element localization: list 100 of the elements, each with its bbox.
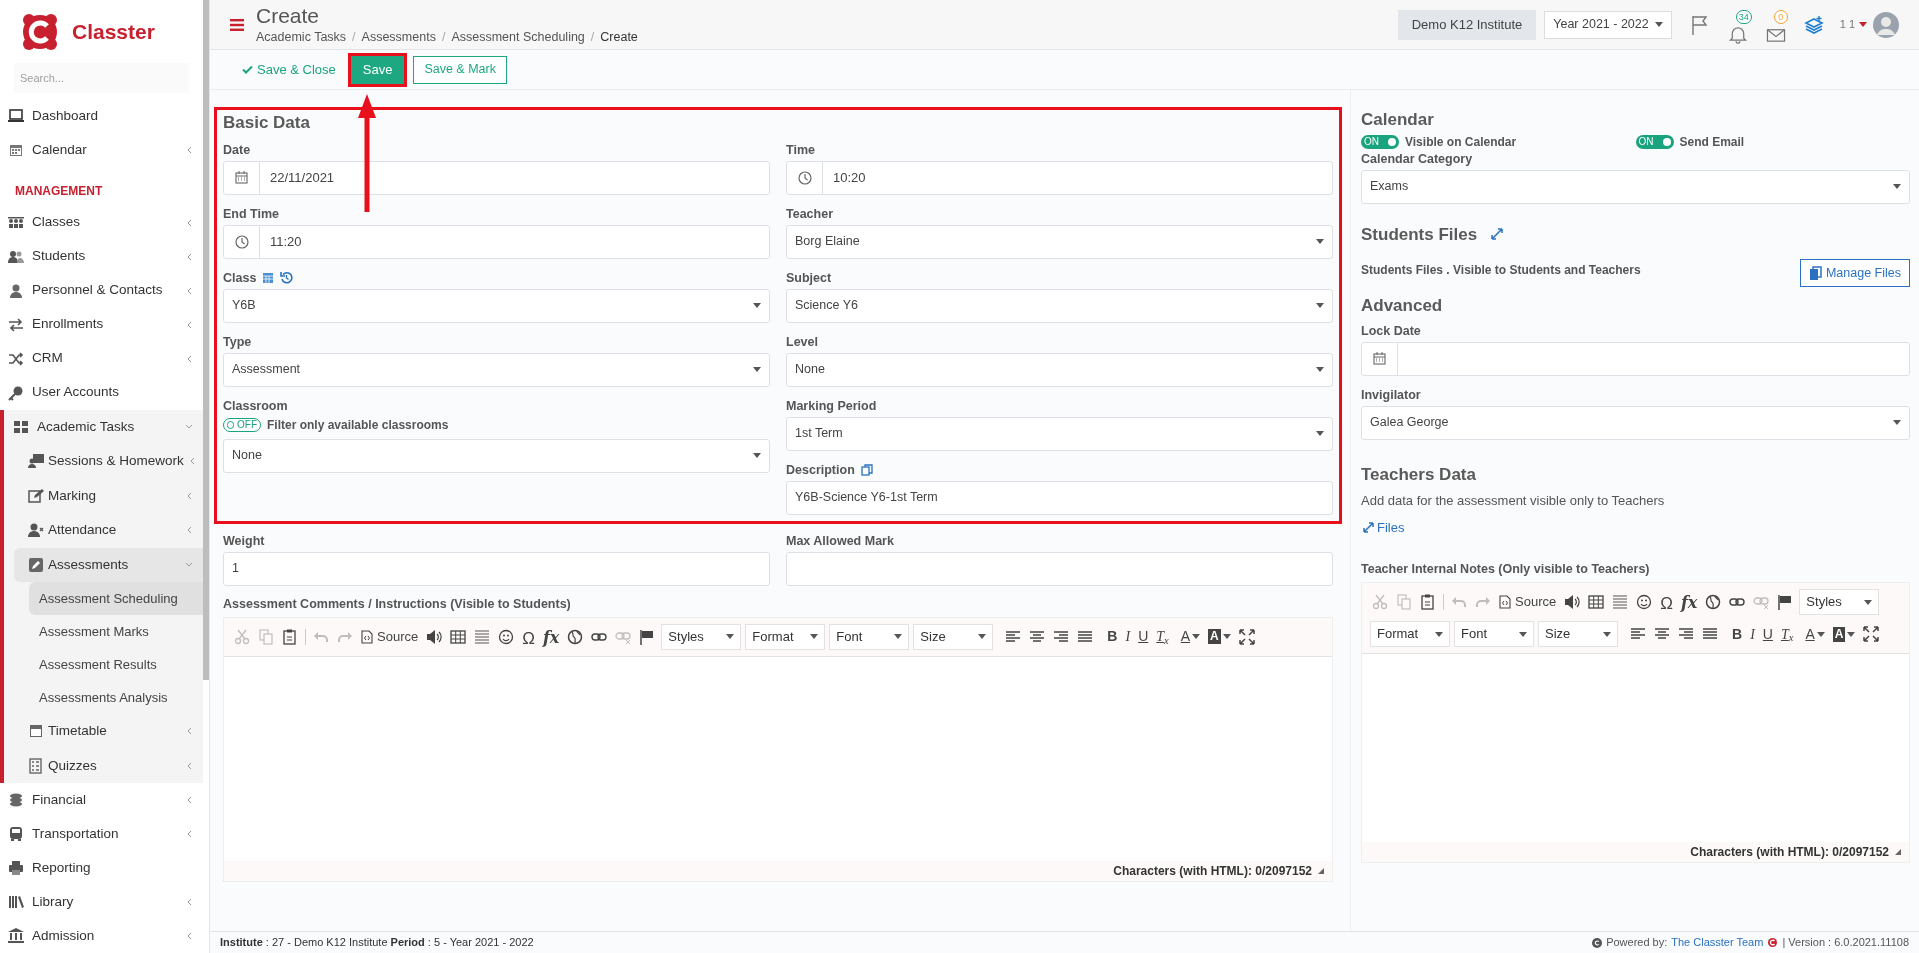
sidebar-item[interactable]: Students [0,239,203,274]
dropdown[interactable]: None [223,438,770,473]
dropdown[interactable]: Galea George [1361,405,1910,440]
special-character-button[interactable]: Ω [1656,591,1677,613]
bold-button[interactable]: B [1103,625,1122,648]
align-right-icon[interactable] [1678,626,1694,642]
align-left-icon[interactable] [1630,626,1646,642]
sidebar-item[interactable]: Marking [4,478,203,514]
format-dropdown[interactable]: Size [913,623,994,650]
justify-icon[interactable] [1077,628,1094,645]
sidebar-item[interactable]: Quizzes [4,748,203,784]
sidebar-item[interactable]: Assessment Scheduling [29,582,203,616]
globe-icon[interactable] [567,628,584,645]
sidebar-item[interactable]: Reporting [0,851,203,886]
manage-files-button[interactable]: Manage Files [1799,259,1910,287]
user-menu[interactable]: 1 1 [1839,16,1867,33]
breadcrumb-link[interactable]: Assessments [361,31,436,44]
format-dropdown[interactable]: Font [829,623,910,650]
paste-icon[interactable] [1420,594,1436,610]
formula-button[interactable]: fx [538,625,564,648]
sidebar-item[interactable]: CRM [0,341,203,376]
dropdown[interactable]: Borg Elaine [786,224,1333,259]
sidebar-item[interactable]: Assessments Analysis [29,681,203,715]
underline-button[interactable]: U [1134,625,1153,648]
sidebar-item[interactable]: Classes [0,205,203,240]
format-dropdown[interactable]: Format [1370,621,1450,647]
background-color-button[interactable]: A [1204,625,1235,648]
sidebar-item[interactable]: Timetable [4,714,203,749]
dropdown[interactable]: Assessment [223,352,770,387]
globe-icon[interactable] [1705,594,1722,610]
team-link[interactable]: The Classter Team [1671,934,1764,951]
justify-icon[interactable] [1702,626,1718,642]
time-field[interactable]: 11:20 [223,224,770,259]
breadcrumb-link[interactable]: Assessment Scheduling [451,31,585,44]
sidebar-item[interactable]: Personnel & Contacts [0,273,203,308]
rich-text-editor[interactable]: Source Ω fx Styles Format Font Size B I U T$_{x}$ A A Characters (with HTML): 0/2097152 [223,616,1333,882]
dropdown[interactable]: None [786,352,1333,387]
sidebar-item[interactable]: Financial [0,783,203,818]
table-icon[interactable] [450,628,467,645]
flag-icon[interactable] [639,628,656,645]
history-icon[interactable] [280,271,294,284]
source-button[interactable]: Source [357,625,423,648]
speaker-icon[interactable] [1564,594,1581,610]
format-dropdown[interactable]: Size [1538,621,1618,647]
sidebar-item[interactable]: Assessments [14,547,203,583]
table-icon[interactable] [1588,594,1605,610]
expand-icon[interactable] [1491,228,1504,241]
flag-icon[interactable] [1777,594,1794,610]
formula-button[interactable]: fx [1676,591,1702,613]
background-color-button[interactable]: A [1828,623,1860,645]
date-field[interactable] [1361,341,1910,376]
sidebar-item[interactable]: Sessions & Homework [4,444,203,479]
institute-button[interactable]: Demo K12 Institute [1397,9,1537,40]
format-dropdown[interactable]: Format [745,623,826,650]
date-field[interactable]: 22/11/2021 [223,160,770,195]
text-field[interactable]: Y6B-Science Y6-1st Term [786,480,1333,515]
sidebar-item[interactable]: User Accounts [0,375,203,410]
align-center-icon[interactable] [1654,626,1670,642]
dropdown[interactable]: Exams [1361,169,1910,204]
maximize-icon[interactable] [1863,626,1880,642]
bold-button[interactable]: B [1728,623,1747,645]
bell-icon[interactable] [1727,24,1748,44]
align-right-icon[interactable] [1053,628,1070,645]
clear-format-button[interactable]: T$_{x}$ [1776,623,1798,645]
format-dropdown[interactable]: Font [1454,621,1534,647]
format-dropdown[interactable]: Styles [661,623,742,650]
smiley-icon[interactable] [1636,594,1653,610]
source-button[interactable]: Source [1495,591,1561,613]
text-field[interactable] [786,551,1333,586]
breadcrumb-link[interactable]: Academic Tasks [256,31,347,44]
time-field[interactable]: 10:20 [786,160,1333,195]
files-link[interactable]: Files [1363,517,1405,537]
sidebar-item[interactable]: Enrollments [0,307,203,342]
sidebar-item[interactable]: Assessment Marks [29,615,203,649]
sidebar-item[interactable]: Calendar [0,133,203,168]
underline-button[interactable]: U [1758,623,1777,645]
rich-text-editor[interactable]: Source Ω fx Styles Format Font Size B I U T$_{x}$ A A Characters (with HTML): 0/2097152 [1361,582,1910,863]
menu-icon[interactable] [230,18,244,31]
align-left-icon[interactable] [1005,628,1022,645]
maximize-icon[interactable] [1238,628,1255,645]
text-color-button[interactable]: A [1801,623,1829,645]
scrollbar-thumb[interactable] [203,0,209,680]
sidebar-item[interactable]: Library [0,885,203,920]
sidebar-item[interactable]: Assessment Results [29,648,203,682]
text-color-button[interactable]: A [1176,625,1205,648]
sidebar-item[interactable]: Admission [0,919,203,953]
dropdown[interactable]: Science Y6 [786,288,1333,323]
search-field[interactable]: Search... [14,63,189,94]
align-center-icon[interactable] [1029,628,1046,645]
sidebar-item[interactable]: Attendance [4,513,203,548]
sidebar-item[interactable]: Dashboard [0,99,203,134]
paste-icon[interactable] [282,628,298,645]
smiley-icon[interactable] [498,628,515,645]
resize-handle-icon[interactable] [1318,867,1324,874]
layers-icon[interactable] [1803,14,1824,35]
text-field[interactable]: 1 [223,551,770,586]
sidebar-item[interactable]: Academic Tasks [4,409,203,445]
sidebar-item[interactable]: Transportation [0,817,203,852]
special-character-button[interactable]: Ω [518,625,539,648]
italic-button[interactable]: I [1121,625,1135,648]
